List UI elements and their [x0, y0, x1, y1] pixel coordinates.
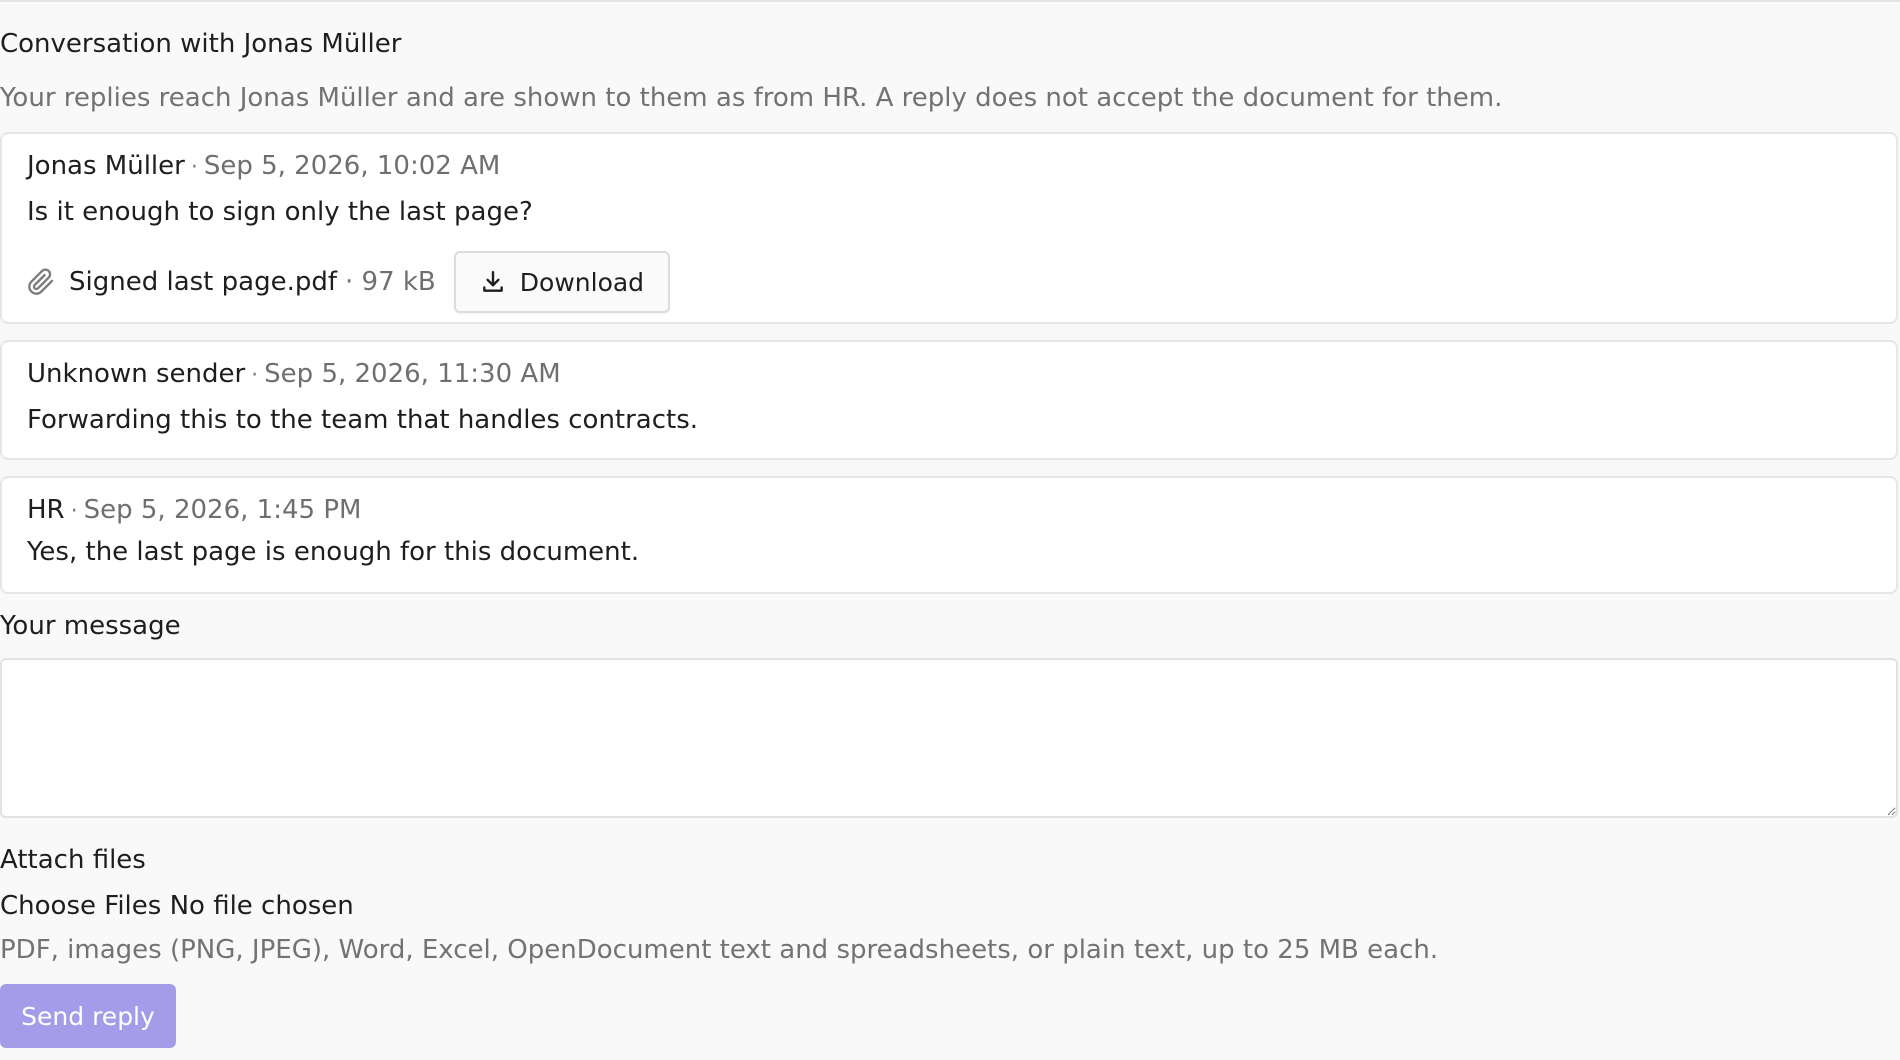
choose-files-button[interactable]: Choose Files [0, 891, 161, 921]
no-file-chosen-text: No file chosen [169, 891, 354, 921]
conversation-title: Conversation with Jonas Müller [0, 29, 402, 59]
conversation-panel: Conversation with Jonas Müller Your repl… [0, 26, 1898, 1048]
message-header: Jonas Müller · Sep 5, 2026, 10:02 AM [27, 148, 1872, 184]
message-date: Sep 5, 2026, 1:45 PM [83, 495, 362, 525]
message-date: Sep 5, 2026, 10:02 AM [203, 151, 501, 181]
message-separator: · [251, 363, 259, 388]
message-card: Unknown sender · Sep 5, 2026, 11:30 AM For… [0, 340, 1898, 460]
message-sender: Unknown sender [27, 359, 246, 389]
message-card: Jonas Müller · Sep 5, 2026, 10:02 AM Is it… [0, 132, 1898, 324]
file-input[interactable]: Choose Files No file chosen [0, 888, 1898, 924]
download-icon [482, 271, 503, 292]
message-date: Sep 5, 2026, 11:30 AM [264, 359, 561, 389]
message-body: Yes, the last page is enough for this do… [27, 537, 640, 567]
message-separator: · [190, 155, 198, 180]
message-header: HR · Sep 5, 2026, 1:45 PM [27, 492, 1872, 528]
message-card: HR · Sep 5, 2026, 1:45 PM Yes, the last pa… [0, 476, 1898, 594]
paperclip-icon [28, 268, 54, 295]
message-sender: Jonas Müller [27, 151, 185, 181]
download-button[interactable]: Download [453, 251, 671, 313]
message-sender: HR [27, 495, 65, 525]
message-separator: · [70, 499, 78, 524]
message-textarea[interactable] [0, 658, 1898, 818]
send-reply-button[interactable]: Send reply [0, 984, 176, 1048]
conversation-hint: Your replies reach Jonas Müller and are … [0, 83, 1503, 113]
message-body: Forwarding this to the team that handles… [27, 405, 699, 435]
attachment-size: · 97 kB [345, 267, 436, 297]
attach-files-label: Attach files [0, 845, 146, 875]
message-label: Your message [0, 611, 181, 641]
file-help-text: PDF, images (PNG, JPEG), Word, Excel, Op… [0, 935, 1439, 965]
download-label: Download [519, 267, 645, 297]
message-attachment: Signed last page.pdf · 97 kB Download [27, 250, 1872, 314]
message-header: Unknown sender · Sep 5, 2026, 11:30 AM [27, 356, 1872, 392]
message-body: Is it enough to sign only the last page? [27, 197, 533, 227]
attachment-filename: Signed last page.pdf [69, 267, 337, 297]
